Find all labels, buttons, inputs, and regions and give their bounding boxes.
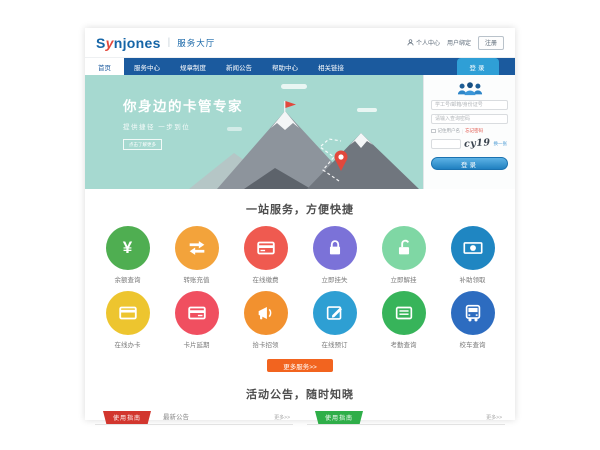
left-tabbar: 使用指南 最新公告 更多>> — [95, 410, 293, 425]
banknote-icon — [451, 226, 495, 270]
more-link-left[interactable]: 更多>> — [274, 414, 290, 424]
users-group-icon — [455, 81, 485, 96]
announcements-title: 活动公告，随时知晓 — [85, 386, 515, 402]
header-right: 个人中心 用户绑定 注册 — [407, 36, 504, 50]
flag-icon — [285, 101, 296, 108]
bus-icon — [451, 291, 495, 335]
card-renew-icon — [175, 291, 219, 335]
forgot-password-link[interactable]: 忘记密码 — [465, 128, 483, 134]
nav-item-help[interactable]: 帮助中心 — [262, 58, 308, 75]
nav-item-news[interactable]: 新闻公告 — [216, 58, 262, 75]
service-apply-card[interactable]: 在线办卡 — [93, 291, 162, 349]
tab-latest-announcements[interactable]: 最新公告 — [163, 411, 189, 424]
nav-item-home[interactable]: 首页 — [85, 58, 124, 75]
logo-accent-letter: y — [106, 35, 114, 51]
captcha-refresh-link[interactable]: 换一张 — [494, 141, 508, 147]
brand-logo[interactable]: Synjones — [96, 35, 161, 51]
service-balance-inquiry[interactable]: ¥ 余额查询 — [93, 226, 162, 284]
service-card-extension[interactable]: 卡片延期 — [162, 291, 231, 349]
personal-center-link[interactable]: 个人中心 — [407, 38, 440, 47]
services-title: 一站服务，方便快捷 — [85, 201, 515, 217]
services-section: 一站服务，方便快捷 ¥ 余额查询 转账充值 在线缴 — [85, 189, 515, 372]
captcha-image[interactable]: cy19 — [464, 137, 491, 150]
service-subsidy-collection[interactable]: 补助领取 — [438, 226, 507, 284]
announcements-section: 活动公告，随时知晓 使用指南 最新公告 更多>> 使用指南 更多>> — [85, 386, 515, 425]
bank-card-icon — [244, 226, 288, 270]
user-binding-link[interactable]: 用户绑定 — [447, 38, 471, 47]
remember-row: 记住用户名 | 忘记密码 — [431, 128, 508, 134]
login-tab[interactable]: 登录 — [457, 58, 499, 75]
attendance-list-icon — [382, 291, 426, 335]
remember-label: 记住用户名 — [438, 128, 461, 134]
page: Synjones | 服务大厅 个人中心 用户绑定 注册 首页 服务中心 规章制… — [85, 28, 515, 420]
hero-title: 你身边的卡管专家 — [123, 95, 243, 115]
user-icon — [407, 39, 414, 46]
hero-cta-button[interactable]: 点击了解更多 — [123, 139, 162, 150]
separator: | — [462, 129, 463, 134]
captcha-input[interactable] — [431, 139, 461, 149]
cloud-decoration — [281, 84, 307, 89]
captcha-row: cy19 换一张 — [431, 138, 508, 149]
nav-item-links[interactable]: 相关链接 — [308, 58, 354, 75]
right-tabbar: 使用指南 更多>> — [307, 410, 505, 425]
more-link-right[interactable]: 更多>> — [486, 414, 502, 424]
remember-checkbox[interactable] — [431, 129, 436, 134]
main-nav: 首页 服务中心 规章制度 新闻公告 帮助中心 相关链接 登录 — [85, 58, 515, 75]
service-transfer-recharge[interactable]: 转账充值 — [162, 226, 231, 284]
login-submit-button[interactable]: 登录 — [431, 157, 508, 170]
lock-closed-icon — [313, 226, 357, 270]
service-online-payment[interactable]: 在线缴费 — [231, 226, 300, 284]
yen-icon: ¥ — [106, 226, 150, 270]
login-panel: 记住用户名 | 忘记密码 cy19 换一张 登录 — [423, 75, 515, 189]
user-binding-label: 用户绑定 — [447, 38, 471, 47]
logo-text-rest: njones — [114, 35, 161, 51]
service-attendance-inquiry[interactable]: 考勤查询 — [369, 291, 438, 349]
announcement-column-right: 使用指南 更多>> — [307, 410, 505, 425]
tab-usage-guide-left[interactable]: 使用指南 — [103, 411, 151, 424]
hero-banner: 你身边的卡管专家 提供捷径 一步到位 点击了解更多 记住用户名 | 忘记密码 — [85, 75, 515, 189]
service-unlock-card[interactable]: 立即解挂 — [369, 226, 438, 284]
service-lost-card-claim[interactable]: 拾卡招领 — [231, 291, 300, 349]
transfer-arrows-icon — [175, 226, 219, 270]
register-button[interactable]: 注册 — [478, 36, 504, 50]
nav-item-service-center[interactable]: 服务中心 — [124, 58, 170, 75]
service-report-loss[interactable]: 立即挂失 — [300, 226, 369, 284]
service-online-booking[interactable]: 在线预订 — [300, 291, 369, 349]
announcement-column-left: 使用指南 最新公告 更多>> — [95, 410, 293, 425]
logo-text: S — [96, 35, 106, 51]
logo-divider: | — [168, 37, 171, 48]
hero-subtitle: 提供捷径 一步到位 — [123, 121, 243, 131]
edit-booking-icon — [313, 291, 357, 335]
megaphone-icon — [244, 291, 288, 335]
personal-center-label: 个人中心 — [416, 38, 440, 47]
site-header: Synjones | 服务大厅 个人中心 用户绑定 注册 — [85, 28, 515, 58]
username-input[interactable] — [431, 100, 508, 110]
announcement-columns: 使用指南 最新公告 更多>> 使用指南 更多>> — [85, 402, 515, 425]
hero-copy: 你身边的卡管专家 提供捷径 一步到位 点击了解更多 — [123, 95, 243, 151]
tab-usage-guide-right[interactable]: 使用指南 — [315, 411, 363, 424]
lock-open-icon — [382, 226, 426, 270]
services-grid: ¥ 余额查询 转账充值 在线缴费 — [85, 217, 515, 349]
site-name: 服务大厅 — [177, 37, 215, 49]
new-card-icon — [106, 291, 150, 335]
service-school-bus-inquiry[interactable]: 校车查询 — [438, 291, 507, 349]
password-input[interactable] — [431, 114, 508, 124]
more-services-button[interactable]: 更多服务>> — [267, 359, 333, 372]
nav-item-rules[interactable]: 规章制度 — [170, 58, 216, 75]
